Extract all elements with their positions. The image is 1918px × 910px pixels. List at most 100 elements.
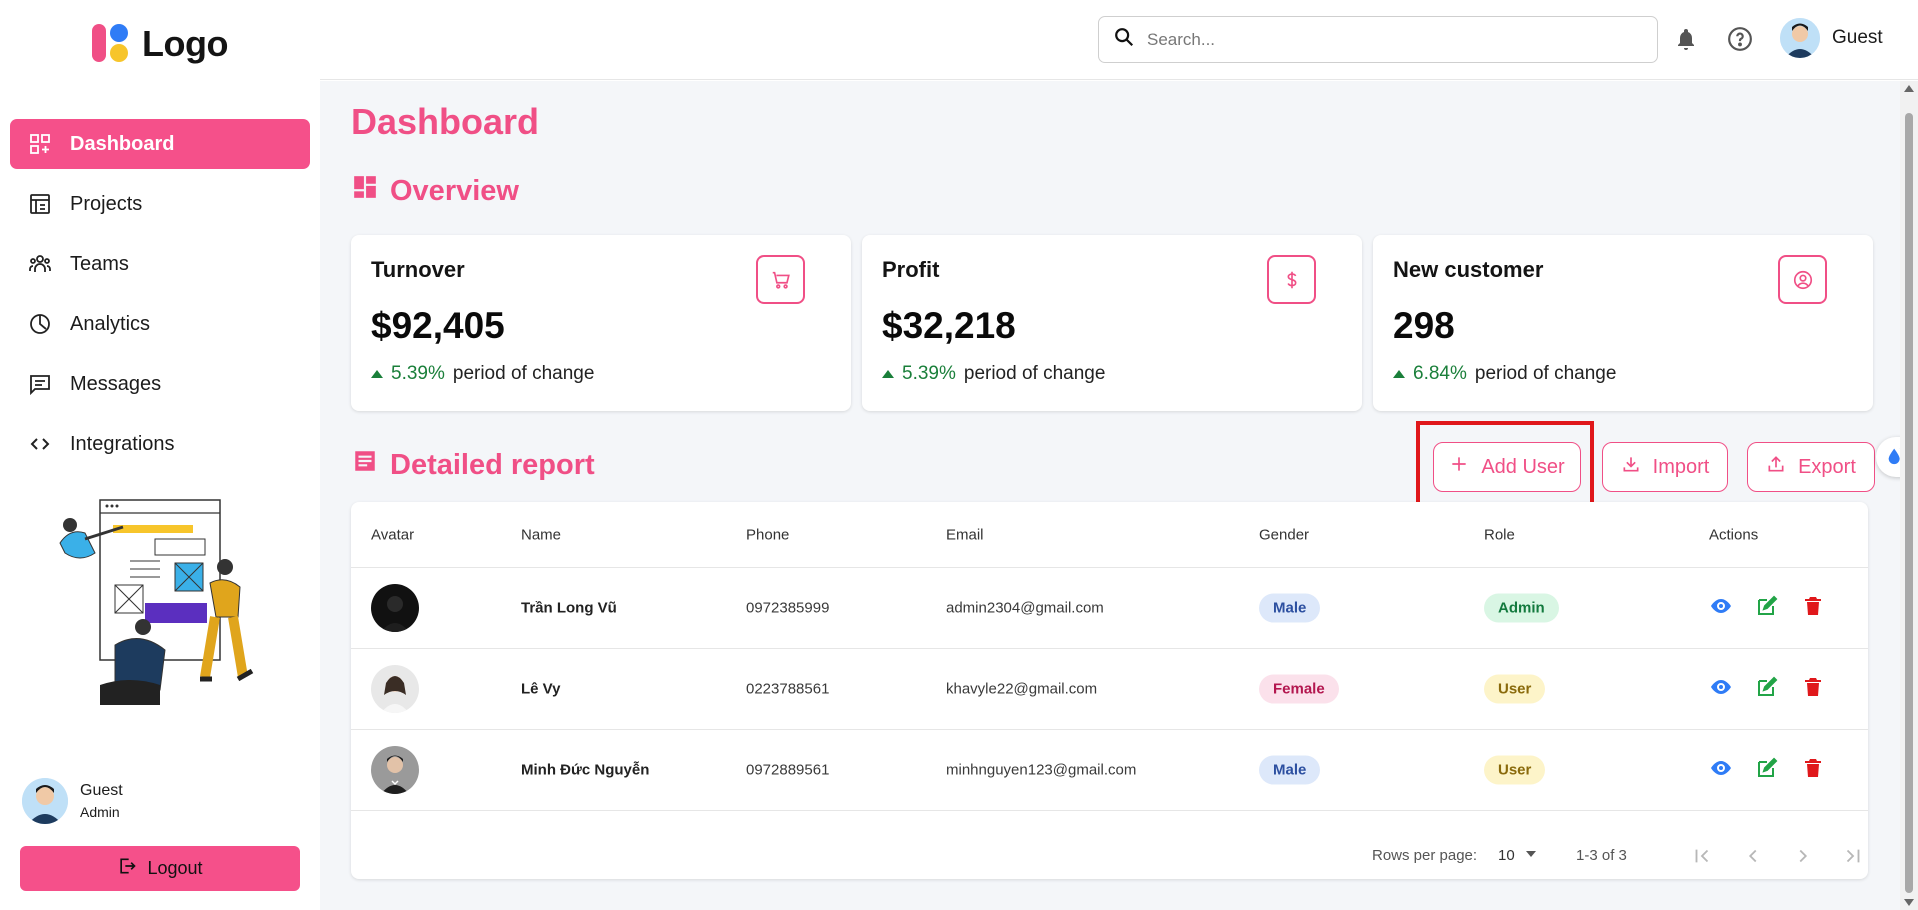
- overview-cards: Turnover $92,405 5.39% period of change …: [351, 235, 1873, 411]
- logout-icon: [117, 856, 137, 881]
- edit-icon[interactable]: [1755, 675, 1779, 703]
- trend-up-icon: [882, 370, 894, 378]
- card-value: 298: [1393, 305, 1455, 346]
- row-actions: [1709, 675, 1825, 703]
- cell-phone: 0972385999: [746, 599, 830, 617]
- scroll-thumb[interactable]: [1905, 113, 1913, 893]
- sidebar-item-teams[interactable]: Teams: [10, 239, 310, 289]
- cell-email: minhnguyen123@gmail.com: [946, 761, 1137, 779]
- caret-down-icon: [1525, 847, 1537, 864]
- projects-icon: [28, 192, 52, 216]
- table-row: Minh Đức Nguyễn 0972889561 minhnguyen123…: [351, 730, 1868, 811]
- gender-badge: Male: [1259, 755, 1321, 785]
- page-title: Dashboard: [351, 101, 540, 142]
- report-icon: [352, 448, 378, 482]
- edit-icon[interactable]: [1755, 594, 1779, 622]
- import-button[interactable]: Import: [1602, 442, 1728, 492]
- search-box[interactable]: [1098, 16, 1658, 63]
- rows-per-page-label: Rows per page:: [1372, 847, 1478, 864]
- rows-per-page-select[interactable]: 10: [1498, 847, 1537, 864]
- sidebar-illustration: [55, 495, 265, 720]
- sidebar-item-label: Messages: [70, 372, 162, 395]
- overview-title: Overview: [390, 174, 519, 207]
- main-scrollbar[interactable]: [1900, 81, 1918, 910]
- last-page-icon[interactable]: [1839, 842, 1867, 870]
- topbar-user[interactable]: Guest: [1780, 18, 1883, 58]
- logo-text: Logo: [142, 23, 228, 64]
- first-page-icon[interactable]: [1688, 842, 1716, 870]
- sidebar-item-integrations[interactable]: Integrations: [10, 419, 310, 469]
- col-header: Role: [1484, 526, 1515, 543]
- card-profit: Profit $32,218 5.39% period of change: [862, 235, 1362, 411]
- table-row: Trần Long Vũ 0972385999 admin2304@gmail.…: [351, 568, 1868, 649]
- gender-badge: Male: [1259, 593, 1321, 623]
- col-header: Name: [521, 526, 562, 543]
- code-icon: [28, 432, 52, 456]
- cell-phone: 0223788561: [746, 680, 830, 698]
- edit-icon[interactable]: [1755, 756, 1779, 784]
- change-text: period of change: [1474, 363, 1617, 384]
- trend-up-icon: [1393, 370, 1405, 378]
- bell-icon[interactable]: [1672, 25, 1700, 53]
- upload-icon: [1766, 454, 1786, 480]
- sidebar-user-name: Guest: [80, 782, 123, 799]
- sidebar-item-label: Dashboard: [70, 132, 175, 155]
- logout-label: Logout: [147, 858, 203, 878]
- col-header: Gender: [1259, 526, 1310, 543]
- cell-phone: 0972889561: [746, 761, 830, 779]
- cell-name: Lê Vy: [521, 680, 561, 698]
- pagination: Rows per page: 10 1-3 of 3: [351, 830, 1868, 879]
- search-icon: [1113, 26, 1135, 53]
- sidebar-user[interactable]: Guest Admin: [22, 778, 123, 824]
- main-content: Dashboard Overview Turnover $92,405 5.39…: [320, 81, 1900, 910]
- sidebar-item-analytics[interactable]: Analytics: [10, 299, 310, 349]
- scroll-up-icon[interactable]: [1904, 85, 1914, 92]
- search-input[interactable]: [1147, 29, 1627, 50]
- help-icon[interactable]: [1726, 25, 1754, 53]
- card-value: $92,405: [371, 305, 505, 346]
- avatar: [1780, 18, 1820, 58]
- next-page-icon[interactable]: [1789, 842, 1817, 870]
- logo[interactable]: Logo: [90, 22, 228, 66]
- avatar: [22, 778, 68, 824]
- sidebar-item-projects[interactable]: Projects: [10, 179, 310, 229]
- view-icon[interactable]: [1709, 594, 1733, 622]
- col-header: Actions: [1709, 526, 1759, 543]
- cell-name: Trần Long Vũ: [521, 599, 617, 617]
- pagination-range: 1-3 of 3: [1576, 847, 1627, 864]
- sidebar: Logo Dashboard Projects Teams Analytics: [0, 0, 320, 910]
- card-change: 5.39% period of change: [882, 363, 1342, 385]
- avatar: [371, 665, 419, 713]
- export-button[interactable]: Export: [1747, 442, 1875, 492]
- col-header: Avatar: [371, 526, 415, 543]
- logout-button[interactable]: Logout: [20, 846, 300, 891]
- cart-icon: [756, 255, 805, 304]
- view-icon[interactable]: [1709, 675, 1733, 703]
- row-actions: [1709, 594, 1825, 622]
- cell-email: admin2304@gmail.com: [946, 599, 1104, 617]
- sidebar-item-dashboard[interactable]: Dashboard: [10, 119, 310, 169]
- scroll-down-icon[interactable]: [1904, 899, 1914, 906]
- role-badge: User: [1484, 755, 1546, 785]
- sidebar-item-messages[interactable]: Messages: [10, 359, 310, 409]
- sidebar-user-role: Admin: [80, 804, 120, 820]
- prev-page-icon[interactable]: [1739, 842, 1767, 870]
- teams-icon: [28, 252, 52, 276]
- card-value: $32,218: [882, 305, 1016, 346]
- view-icon[interactable]: [1709, 756, 1733, 784]
- overview-icon: [352, 174, 378, 208]
- change-percent: 6.84%: [1413, 363, 1467, 384]
- sidebar-item-label: Integrations: [70, 432, 175, 455]
- delete-icon[interactable]: [1801, 594, 1825, 622]
- table-row: Lê Vy 0223788561 khavyle22@gmail.com Fem…: [351, 649, 1868, 730]
- delete-icon[interactable]: [1801, 756, 1825, 784]
- overview-heading: Overview: [352, 174, 519, 208]
- col-header: Email: [946, 526, 984, 543]
- user-circle-icon: [1778, 255, 1827, 304]
- delete-icon[interactable]: [1801, 675, 1825, 703]
- card-turnover: Turnover $92,405 5.39% period of change: [351, 235, 851, 411]
- change-percent: 5.39%: [902, 363, 956, 384]
- download-icon: [1621, 454, 1641, 480]
- change-text: period of change: [963, 363, 1106, 384]
- users-table: Avatar Name Phone Email Gender Role Acti…: [351, 502, 1868, 879]
